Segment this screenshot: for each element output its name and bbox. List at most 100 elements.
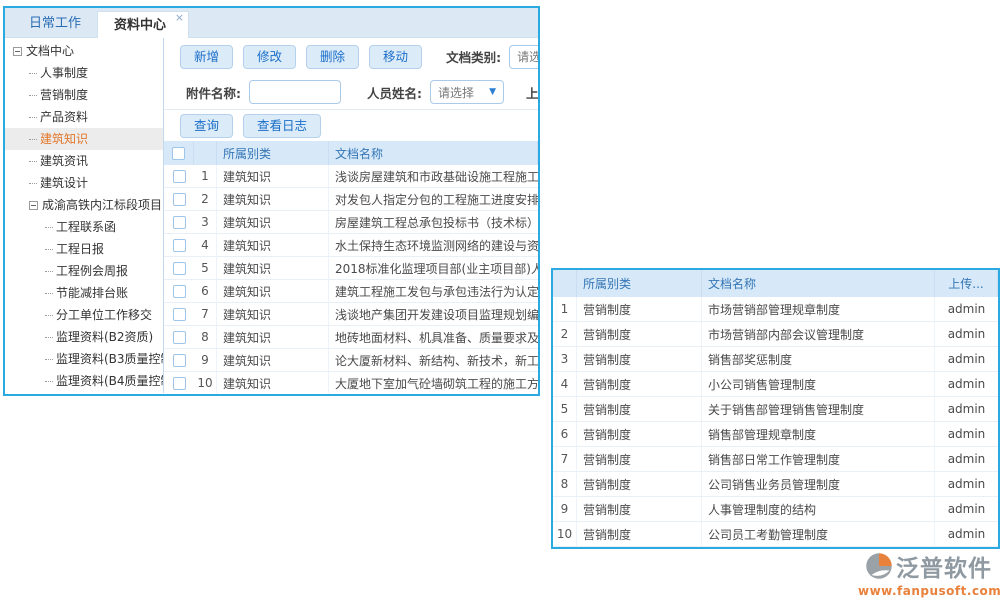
row-checkbox[interactable] <box>173 285 186 298</box>
category-tree: 文档中心 人事制度 营销制度 产品资料 建筑知识 建筑资讯 建筑设计 成渝高铁内… <box>5 38 164 393</box>
table-row[interactable]: 9营销制度人事管理制度的结构admin <box>553 497 998 522</box>
tree-connector <box>45 271 53 272</box>
attachment-name-input[interactable] <box>249 80 341 104</box>
row-checkbox[interactable] <box>173 308 186 321</box>
doc-name-header: 文档名称 <box>329 141 538 165</box>
row-doc-name: 大厦地下室加气砼墙砌筑工程的施工方... <box>329 372 538 393</box>
row-index: 2 <box>194 188 217 210</box>
tree-item[interactable]: 产品资料 <box>5 106 163 128</box>
tree-item[interactable]: 监理资料(B4质量控制) <box>5 370 163 392</box>
row-doc-name: 公司销售业务员管理制度 <box>702 472 935 496</box>
tree-item[interactable]: 建筑资讯 <box>5 150 163 172</box>
add-button[interactable]: 新增 <box>180 45 233 69</box>
row-uploader: admin <box>935 347 998 371</box>
close-icon[interactable]: × <box>175 12 184 24</box>
table-row[interactable]: 2建筑知识对发包人指定分包的工程施工进度安排... <box>164 188 538 211</box>
tree-item[interactable]: 工程日报 <box>5 238 163 260</box>
filter-row: 附件名称: 人员姓名: 请选择 ▼ 上传日期 <box>164 75 538 109</box>
table-row[interactable]: 4建筑知识水土保持生态环境监测网络的建设与资... <box>164 234 538 257</box>
tree-item[interactable]: 监理资料(B3质量控制) <box>5 348 163 370</box>
table-row[interactable]: 9建筑知识论大厦新材料、新结构、新技术，新工... <box>164 349 538 372</box>
tree-item-label: 工程质量控制(地下室) <box>56 392 163 393</box>
tree-item[interactable]: 工程质量控制(地下室) <box>5 392 163 393</box>
tree-item-selected[interactable]: 建筑知识 <box>5 128 163 150</box>
collapse-icon[interactable] <box>29 201 38 210</box>
table-row[interactable]: 8营销制度公司销售业务员管理制度admin <box>553 472 998 497</box>
tree-root-doc-center[interactable]: 文档中心 <box>5 40 163 62</box>
query-button[interactable]: 查询 <box>180 114 233 138</box>
row-category: 营销制度 <box>577 472 702 496</box>
table-row[interactable]: 10营销制度公司员工考勤管理制度admin <box>553 522 998 547</box>
row-checkbox[interactable] <box>173 216 186 229</box>
row-doc-name: 对发包人指定分包的工程施工进度安排... <box>329 188 538 210</box>
person-name-select[interactable]: 请选择 ▼ <box>430 80 504 104</box>
row-uploader: admin <box>935 322 998 346</box>
tree-item[interactable]: 工程联系函 <box>5 216 163 238</box>
row-checkbox[interactable] <box>173 193 186 206</box>
row-uploader: admin <box>935 422 998 446</box>
table-row[interactable]: 6营销制度销售部管理规章制度admin <box>553 422 998 447</box>
row-checkbox[interactable] <box>173 354 186 367</box>
tree-item[interactable]: 人事制度 <box>5 62 163 84</box>
tab-data-center[interactable]: 资料中心 × <box>97 11 189 38</box>
tree-item[interactable]: 节能减排台账 <box>5 282 163 304</box>
brand-name: 泛普软件 <box>896 549 992 583</box>
move-button[interactable]: 移动 <box>369 45 422 69</box>
row-checkbox-cell <box>164 188 194 210</box>
row-checkbox-cell <box>164 257 194 279</box>
row-checkbox[interactable] <box>173 239 186 252</box>
row-category: 营销制度 <box>577 447 702 471</box>
tree-item[interactable]: 建筑设计 <box>5 172 163 194</box>
tree-item[interactable]: 分工单位工作移交 <box>5 304 163 326</box>
edit-button[interactable]: 修改 <box>243 45 296 69</box>
row-category: 营销制度 <box>577 497 702 521</box>
collapse-icon[interactable] <box>13 47 22 56</box>
document-center-window: 日常工作 资料中心 × 文档中心 人事制度 营销制度 产品资料 建筑知识 建筑资… <box>3 6 540 396</box>
row-checkbox[interactable] <box>173 331 186 344</box>
row-uploader: admin <box>935 472 998 496</box>
delete-button[interactable]: 删除 <box>306 45 359 69</box>
table-row[interactable]: 5建筑知识2018标准化监理项目部(业主项目部)人员... <box>164 257 538 280</box>
table-row[interactable]: 1建筑知识浅谈房屋建筑和市政基础设施工程施工... <box>164 165 538 188</box>
doc-category-select[interactable]: 请选择 ▼ <box>509 45 538 69</box>
row-category: 建筑知识 <box>217 303 329 325</box>
tree-root-project[interactable]: 成渝高铁内江标段项目 <box>5 194 163 216</box>
row-checkbox-cell <box>164 211 194 233</box>
row-checkbox[interactable] <box>173 170 186 183</box>
tab-daily-work[interactable]: 日常工作 <box>13 10 97 37</box>
table-row[interactable]: 6建筑知识建筑工程施工发包与承包违法行为认定... <box>164 280 538 303</box>
select-all-checkbox[interactable] <box>172 147 185 160</box>
row-checkbox[interactable] <box>173 377 186 390</box>
tab-bar: 日常工作 资料中心 × <box>5 8 538 38</box>
table-row[interactable]: 7建筑知识浅谈地产集团开发建设项目监理规划编... <box>164 303 538 326</box>
row-index: 5 <box>553 397 577 421</box>
row-doc-name: 关于销售部管理销售管理制度 <box>702 397 935 421</box>
table-row[interactable]: 5营销制度关于销售部管理销售管理制度admin <box>553 397 998 422</box>
tree-connector <box>29 95 37 96</box>
table-header: 所属别类 文档名称 上传... <box>553 270 998 297</box>
row-category: 营销制度 <box>577 422 702 446</box>
tree-item[interactable]: 工程例会周报 <box>5 260 163 282</box>
table-row[interactable]: 8建筑知识地砖地面材料、机具准备、质量要求及... <box>164 326 538 349</box>
row-index: 2 <box>553 322 577 346</box>
row-checkbox[interactable] <box>173 262 186 275</box>
row-checkbox-cell <box>164 303 194 325</box>
table-row[interactable]: 4营销制度小公司销售管理制度admin <box>553 372 998 397</box>
table-row[interactable]: 3营销制度销售部奖惩制度admin <box>553 347 998 372</box>
table-row[interactable]: 3建筑知识房屋建筑工程总承包投标书（技术标）... <box>164 211 538 234</box>
table-row[interactable]: 2营销制度市场营销部内部会议管理制度admin <box>553 322 998 347</box>
tree-item[interactable]: 监理资料(B2资质) <box>5 326 163 348</box>
tree-item-label: 工程联系函 <box>56 216 116 238</box>
index-header <box>194 141 217 165</box>
row-index: 8 <box>553 472 577 496</box>
table-row[interactable]: 7营销制度销售部日常工作管理制度admin <box>553 447 998 472</box>
tree-item-label: 建筑设计 <box>40 172 88 194</box>
row-category: 建筑知识 <box>217 211 329 233</box>
table-row[interactable]: 10建筑知识大厦地下室加气砼墙砌筑工程的施工方... <box>164 372 538 393</box>
table-row[interactable]: 1营销制度市场营销部管理规章制度admin <box>553 297 998 322</box>
row-category: 营销制度 <box>577 322 702 346</box>
tree-item[interactable]: 营销制度 <box>5 84 163 106</box>
row-uploader: admin <box>935 497 998 521</box>
view-log-button[interactable]: 查看日志 <box>243 114 321 138</box>
document-list-pane: 新增 修改 删除 移动 文档类别: 请选择 ▼ 文档 附件名称: 人员姓名: 请… <box>164 38 538 393</box>
